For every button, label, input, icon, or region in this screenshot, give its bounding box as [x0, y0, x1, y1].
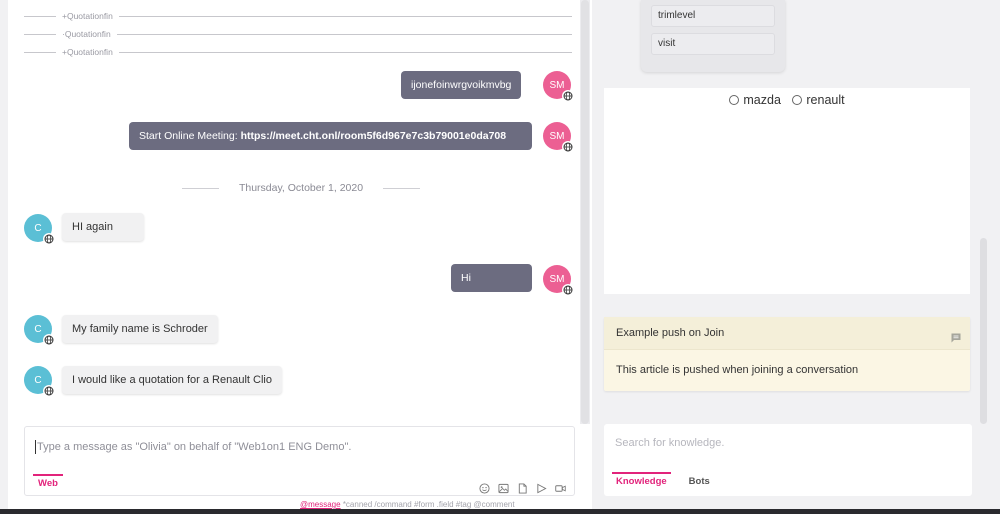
side-scrollbar-thumb[interactable] — [980, 238, 987, 424]
agent-avatar: SM — [543, 71, 574, 102]
article-header[interactable]: Example push on Join — [604, 317, 970, 350]
customer-avatar: C — [24, 315, 55, 346]
customer-avatar: C — [24, 214, 55, 245]
hint-message: @message — [300, 500, 341, 509]
meeting-link[interactable]: https://meet.cht.onl/room5f6d967e7c3b790… — [241, 130, 507, 142]
article-title: Example push on Join — [616, 327, 725, 339]
globe-icon — [562, 141, 574, 153]
system-event-label: +Quotationfin — [62, 47, 113, 57]
avatar-initials: C — [34, 374, 42, 386]
agent-message: ijonefoinwrgvoikmvbg — [401, 71, 522, 99]
agent-avatar: SM — [543, 122, 574, 153]
system-event: +Quotationfin — [24, 46, 572, 58]
globe-icon — [43, 334, 55, 346]
radio-mazda[interactable]: mazda — [729, 93, 781, 107]
field-visit[interactable]: visit — [651, 33, 775, 55]
avatar-initials: SM — [549, 79, 565, 91]
message-text: Start Online Meeting: — [139, 130, 241, 142]
radio-label: renault — [806, 93, 845, 107]
composer-toolbar — [478, 482, 566, 494]
radio-circle-icon[interactable] — [729, 95, 740, 105]
system-event-label: +Quotationfin — [62, 11, 113, 21]
composer-input[interactable]: Type a message as "Olivia" on behalf of … — [34, 440, 351, 454]
message-composer[interactable]: Type a message as "Olivia" on behalf of … — [24, 426, 575, 496]
avatar-initials: C — [34, 222, 42, 234]
form-fields-card: trimlevel visit — [641, 0, 785, 72]
radio-renault[interactable]: renault — [792, 93, 845, 107]
customer-avatar: C — [24, 366, 55, 397]
tab-web[interactable]: Web — [33, 474, 63, 493]
composer-hints: @message *canned /command #form .field #… — [300, 500, 515, 509]
date-label: Thursday, October 1, 2020 — [238, 182, 364, 194]
avatar-initials: C — [34, 323, 42, 335]
avatar-initials: SM — [549, 130, 565, 142]
date-separator: Thursday, October 1, 2020 — [172, 182, 430, 194]
message-text: I would like a quotation for a Renault C… — [72, 374, 272, 386]
video-icon[interactable] — [554, 482, 566, 494]
radio-circle-icon[interactable] — [792, 95, 803, 105]
bottom-bar — [0, 509, 1000, 514]
agent-avatar: SM — [543, 265, 574, 296]
message-text: HI again — [72, 221, 113, 233]
knowledge-search-input[interactable]: Search for knowledge. — [615, 437, 724, 449]
globe-icon — [43, 385, 55, 397]
radio-label: mazda — [743, 93, 781, 107]
system-event-label: ·Quotationfin — [62, 29, 111, 39]
form-panel: mazda renault — [604, 88, 970, 294]
customer-message: HI again — [62, 213, 144, 241]
brand-radio-group: mazda renault — [604, 93, 970, 108]
system-event: +Quotationfin — [24, 10, 572, 22]
knowledge-search: Search for knowledge. Knowledge Bots — [604, 424, 972, 496]
emoji-icon[interactable] — [478, 482, 490, 494]
agent-message: Start Online Meeting: https://meet.cht.o… — [129, 122, 532, 150]
agent-message: Hi — [451, 264, 532, 292]
message-text: ijonefoinwrgvoikmvbg — [411, 79, 512, 91]
file-icon[interactable] — [516, 482, 528, 494]
tab-bots[interactable]: Bots — [685, 472, 714, 487]
system-event: ·Quotationfin — [24, 28, 572, 40]
avatar-initials: SM — [549, 273, 565, 285]
side-scrollbar[interactable] — [978, 0, 988, 424]
globe-icon — [43, 233, 55, 245]
globe-icon — [562, 90, 574, 102]
pushed-article: Example push on Join This article is pus… — [604, 317, 970, 391]
message-text: My family name is Schroder — [72, 323, 208, 335]
article-body: This article is pushed when joining a co… — [616, 364, 859, 376]
globe-icon — [562, 284, 574, 296]
customer-message: My family name is Schroder — [62, 315, 218, 343]
field-trimlevel[interactable]: trimlevel — [651, 5, 775, 27]
customer-message: I would like a quotation for a Renault C… — [62, 366, 282, 394]
knowledge-tabs: Knowledge Bots — [612, 472, 714, 487]
message-text: Hi — [461, 272, 471, 284]
chat-scrollbar-thumb[interactable] — [581, 0, 589, 424]
tab-knowledge[interactable]: Knowledge — [612, 472, 671, 487]
comment-icon[interactable] — [950, 325, 962, 343]
send-icon[interactable] — [535, 482, 547, 494]
hint-rest: *canned /command #form .field #tag @comm… — [340, 500, 515, 509]
chat-scrollbar[interactable] — [580, 0, 590, 424]
image-icon[interactable] — [497, 482, 509, 494]
